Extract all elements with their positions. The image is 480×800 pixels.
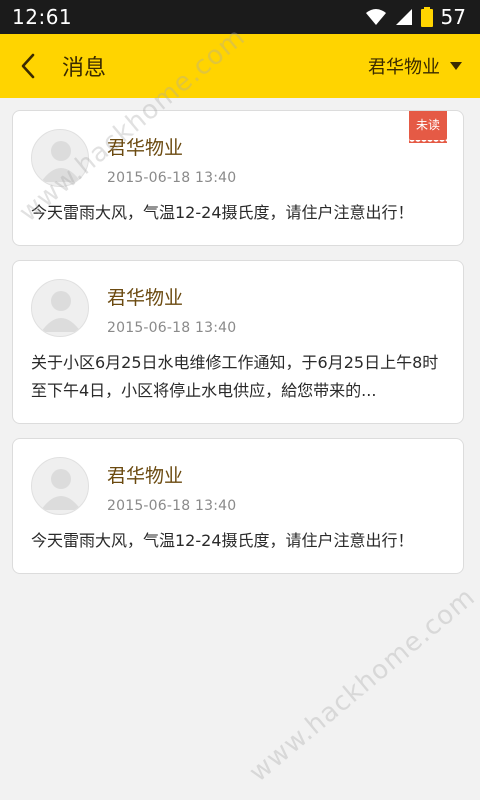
- unread-badge: 未读: [408, 111, 448, 143]
- chevron-left-icon: [21, 53, 35, 79]
- user-placeholder-icon: [41, 141, 81, 182]
- message-list: 未读 君华物业 2015-06-18 13:40 今天雷雨大风，气温12-24摄…: [12, 110, 464, 588]
- avatar: [31, 457, 89, 515]
- back-button[interactable]: [0, 34, 56, 98]
- avatar: [31, 279, 89, 337]
- user-placeholder-icon: [41, 291, 81, 332]
- message-text: 今天雷雨大风，气温12-24摄氏度，请住户注意出行！: [31, 203, 414, 222]
- sender-name: 君华物业: [107, 137, 184, 159]
- watermark-bottom: www.hackhome.com: [243, 581, 480, 789]
- message-time: 2015-06-18 13:40: [107, 320, 237, 336]
- message-card[interactable]: 君华物业 2015-06-18 13:40 关于小区6月25日水电维修工作通知，…: [12, 260, 464, 424]
- avatar: [31, 129, 89, 187]
- caret-down-icon: [450, 62, 462, 70]
- message-time: 2015-06-18 13:40: [107, 170, 237, 186]
- user-placeholder-icon: [41, 469, 81, 510]
- sender-name: 君华物业: [107, 465, 184, 487]
- property-filter-dropdown[interactable]: 君华物业: [368, 53, 480, 79]
- message-time: 2015-06-18 13:40: [107, 498, 237, 514]
- wifi-icon: [365, 9, 386, 25]
- message-card[interactable]: 未读 君华物业 2015-06-18 13:40 今天雷雨大风，气温12-24摄…: [12, 110, 464, 246]
- message-card[interactable]: 君华物业 2015-06-18 13:40 今天雷雨大风，气温12-24摄氏度，…: [12, 438, 464, 574]
- message-text: 今天雷雨大风，气温12-24摄氏度，请住户注意出行！: [31, 531, 414, 550]
- battery-icon: [420, 7, 433, 27]
- signal-icon: [395, 9, 412, 25]
- message-text: 关于小区6月25日水电维修工作通知，于6月25日上午8时至下午4日，小区将停止水…: [31, 353, 439, 400]
- sender-name: 君华物业: [107, 287, 184, 309]
- filter-label: 君华物业: [368, 57, 440, 78]
- app-bar: 消息 君华物业: [0, 34, 480, 98]
- status-time: 12:61: [12, 5, 73, 29]
- status-bar: 12:61 57: [0, 0, 480, 34]
- status-icons: 57: [365, 5, 466, 29]
- battery-level: 57: [440, 5, 466, 29]
- page-title: 消息: [62, 56, 107, 81]
